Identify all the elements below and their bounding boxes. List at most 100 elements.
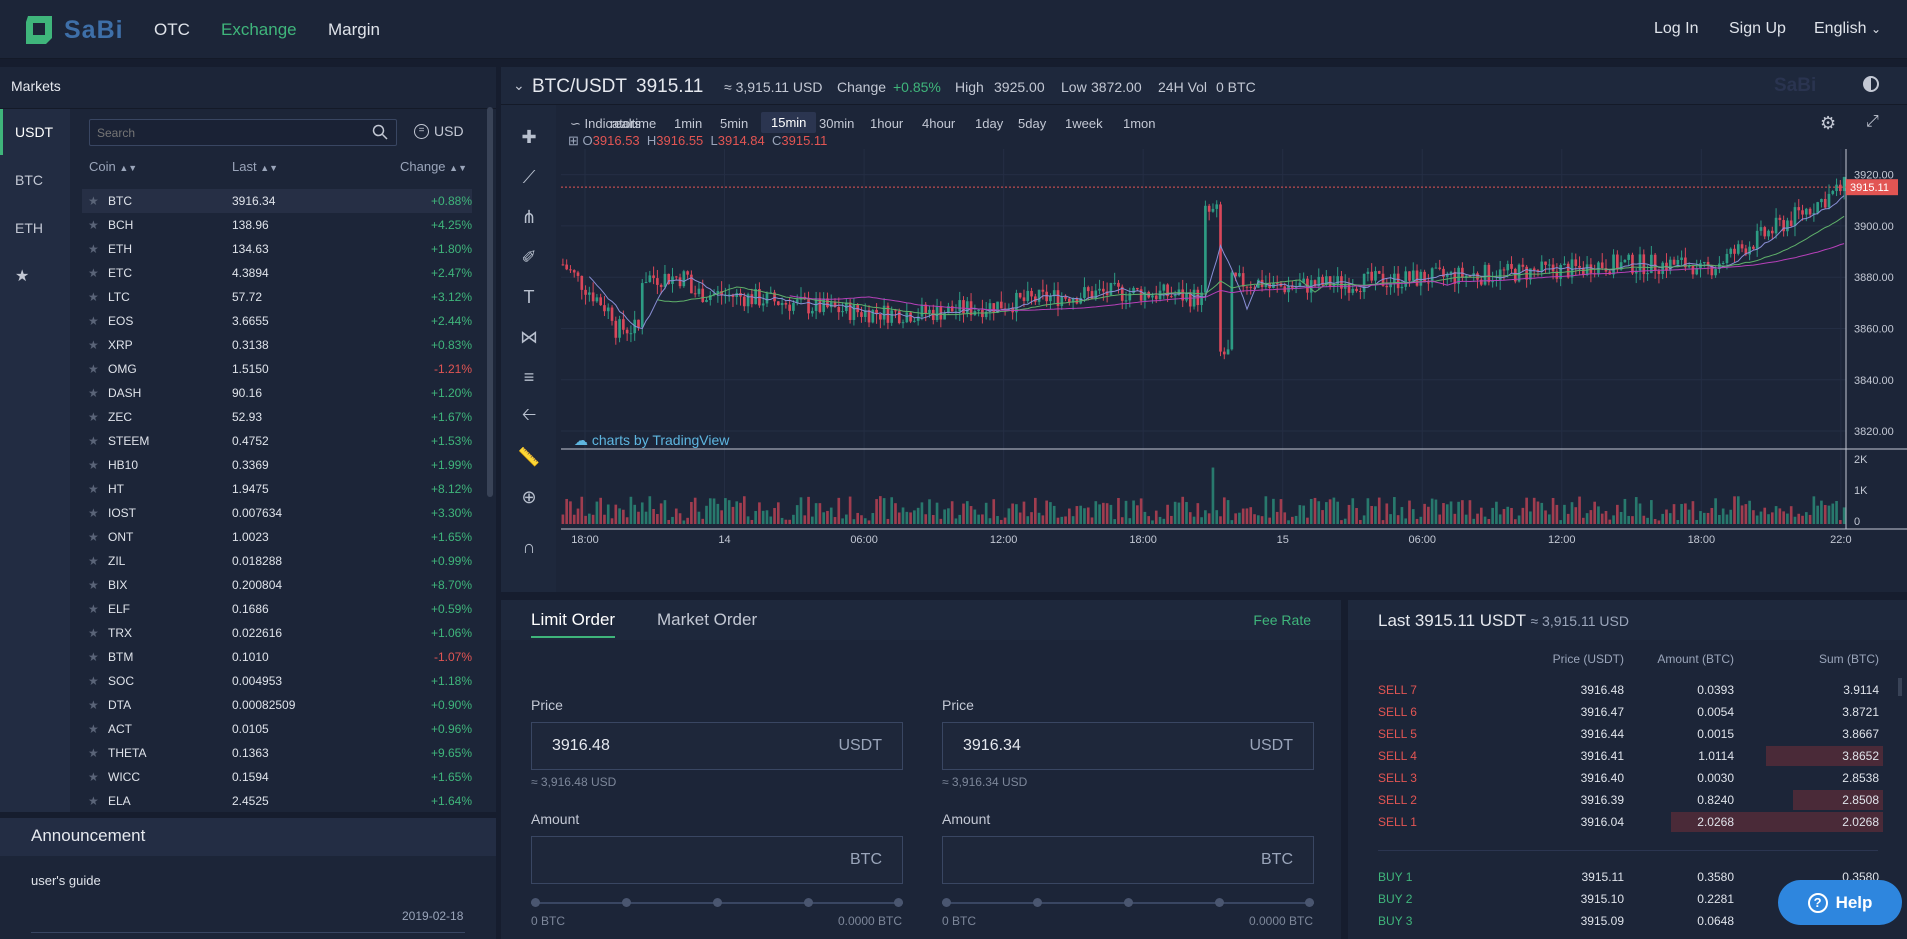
chevron-down-icon[interactable]: ⌄ (513, 77, 525, 94)
signup-link[interactable]: Sign Up (1729, 20, 1786, 38)
buy-price-input[interactable]: 3916.48 USDT (531, 722, 903, 770)
star-icon[interactable]: ★ (88, 266, 104, 280)
market-row[interactable]: ★ LTC 57.72 +3.12% (82, 285, 472, 309)
star-icon[interactable]: ★ (88, 746, 104, 760)
market-row[interactable]: ★ TRX 0.022616 +1.06% (82, 621, 472, 645)
star-icon[interactable]: ★ (88, 722, 104, 736)
sell-order-row[interactable]: SELL 1 3916.04 2.0268 2.0268 (1348, 811, 1907, 833)
orderbook-scrollbar[interactable] (1898, 678, 1902, 696)
sell-amount-input[interactable]: BTC (942, 836, 1314, 884)
currency-toggle[interactable]: = USD (414, 123, 464, 139)
brand-logo[interactable]: SaBi (22, 14, 167, 46)
search-input[interactable] (90, 120, 360, 145)
market-row[interactable]: ★ OMG 1.5150 -1.21% (82, 357, 472, 381)
star-icon[interactable]: ★ (88, 242, 104, 256)
market-row[interactable]: ★ ELF 0.1686 +0.59% (82, 597, 472, 621)
slider-dot[interactable] (1305, 898, 1314, 907)
text-icon[interactable]: T (517, 285, 541, 309)
tab-eth[interactable]: ETH (0, 205, 70, 251)
pattern-icon[interactable]: ⋈ (517, 325, 541, 349)
market-row[interactable]: ★ IOST 0.007634 +3.30% (82, 501, 472, 525)
star-icon[interactable]: ★ (88, 386, 104, 400)
star-icon[interactable]: ★ (88, 434, 104, 448)
legend-toggle-icon[interactable]: ⊞ (568, 133, 579, 148)
market-row[interactable]: ★ HT 1.9475 +8.12% (82, 477, 472, 501)
tf-1week[interactable]: 1week (1065, 116, 1103, 131)
market-row[interactable]: ★ ELA 2.4525 +1.64% (82, 789, 472, 813)
col-last[interactable]: Last ▲▼ (232, 159, 278, 174)
pair-name[interactable]: BTC/USDT (532, 76, 627, 98)
nav-exchange[interactable]: Exchange (221, 20, 297, 40)
tradingview-watermark[interactable]: ☁ charts by TradingView (574, 432, 729, 449)
sell-order-row[interactable]: SELL 4 3916.41 1.0114 3.8652 (1348, 745, 1907, 767)
sell-amount-slider[interactable] (942, 898, 1314, 907)
market-row[interactable]: ★ ETH 134.63 +1.80% (82, 237, 472, 261)
fullscreen-icon[interactable]: ⤢ (1866, 113, 1879, 131)
tab-btc[interactable]: BTC (0, 157, 70, 203)
trendline-icon[interactable]: ⟋ (517, 165, 541, 189)
star-icon[interactable]: ★ (88, 218, 104, 232)
tf-4hour[interactable]: 4hour (922, 116, 955, 131)
market-row[interactable]: ★ WICC 0.1594 +1.65% (82, 765, 472, 789)
markets-scrollbar[interactable] (487, 107, 493, 497)
tf-5day[interactable]: 5day (1018, 116, 1046, 131)
star-icon[interactable]: ★ (88, 578, 104, 592)
sell-order-row[interactable]: SELL 3 3916.40 0.0030 2.8538 (1348, 767, 1907, 789)
star-icon[interactable]: ★ (88, 458, 104, 472)
magnet-icon[interactable]: ∩ (517, 535, 541, 559)
back-arrow-icon[interactable]: 🡠 (517, 404, 541, 429)
tab-market-order[interactable]: Market Order (657, 610, 757, 630)
theme-toggle-icon[interactable] (1863, 76, 1879, 92)
market-row[interactable]: ★ THETA 0.1363 +9.65% (82, 741, 472, 765)
star-icon[interactable]: ★ (88, 314, 104, 328)
tf-1hour[interactable]: 1hour (870, 116, 903, 131)
sell-order-row[interactable]: SELL 7 3916.48 0.0393 3.9114 (1348, 679, 1907, 701)
slider-dot[interactable] (713, 898, 722, 907)
star-icon[interactable]: ★ (88, 530, 104, 544)
star-icon[interactable]: ★ (88, 770, 104, 784)
star-icon[interactable]: ★ (88, 674, 104, 688)
slider-dot[interactable] (622, 898, 631, 907)
tab-favorites[interactable]: ★ (0, 253, 70, 299)
slider-dot[interactable] (1033, 898, 1042, 907)
tab-usdt[interactable]: USDT (0, 109, 70, 155)
search-icon[interactable] (372, 124, 388, 143)
slider-dot[interactable] (531, 898, 540, 907)
sell-order-row[interactable]: SELL 2 3916.39 0.8240 2.8508 (1348, 789, 1907, 811)
market-row[interactable]: ★ ZIL 0.018288 +0.99% (82, 549, 472, 573)
sell-price-input[interactable]: 3916.34 USDT (942, 722, 1314, 770)
market-row[interactable]: ★ BIX 0.200804 +8.70% (82, 573, 472, 597)
star-icon[interactable]: ★ (88, 482, 104, 496)
market-row[interactable]: ★ ZEC 52.93 +1.67% (82, 405, 472, 429)
star-icon[interactable]: ★ (88, 794, 104, 808)
tf-1day[interactable]: 1day (975, 116, 1003, 131)
gear-icon[interactable]: ⚙ (1820, 113, 1836, 134)
fee-rate-link[interactable]: Fee Rate (1253, 612, 1311, 628)
star-icon[interactable]: ★ (88, 410, 104, 424)
market-row[interactable]: ★ HB10 0.3369 +1.99% (82, 453, 472, 477)
market-row[interactable]: ★ DASH 90.16 +1.20% (82, 381, 472, 405)
slider-dot[interactable] (1215, 898, 1224, 907)
slider-dot[interactable] (804, 898, 813, 907)
sell-order-row[interactable]: SELL 6 3916.47 0.0054 3.8721 (1348, 701, 1907, 723)
announcement-item[interactable]: user's guide (31, 873, 101, 888)
market-row[interactable]: ★ BCH 138.96 +4.25% (82, 213, 472, 237)
star-icon[interactable]: ★ (88, 338, 104, 352)
tf-5min[interactable]: 5min (720, 116, 748, 131)
zoom-in-icon[interactable]: ⊕ (517, 485, 541, 509)
tf-realtime[interactable]: realtime (610, 116, 656, 131)
help-button[interactable]: ? Help (1778, 880, 1902, 925)
tf-15min[interactable]: 15min (761, 112, 817, 133)
price-chart[interactable]: 3920.003900.003880.003860.003840.003820.… (561, 149, 1907, 592)
pitchfork-icon[interactable]: ⋔ (517, 205, 541, 229)
col-change[interactable]: Change ▲▼ (400, 159, 467, 174)
market-row[interactable]: ★ ONT 1.0023 +1.65% (82, 525, 472, 549)
market-row[interactable]: ★ DTA 0.00082509 +0.90% (82, 693, 472, 717)
slider-dot[interactable] (942, 898, 951, 907)
login-link[interactable]: Log In (1654, 20, 1698, 38)
market-row[interactable]: ★ XRP 0.3138 +0.83% (82, 333, 472, 357)
star-icon[interactable]: ★ (88, 506, 104, 520)
star-icon[interactable]: ★ (88, 626, 104, 640)
tf-1mon[interactable]: 1mon (1123, 116, 1156, 131)
star-icon[interactable]: ★ (88, 650, 104, 664)
